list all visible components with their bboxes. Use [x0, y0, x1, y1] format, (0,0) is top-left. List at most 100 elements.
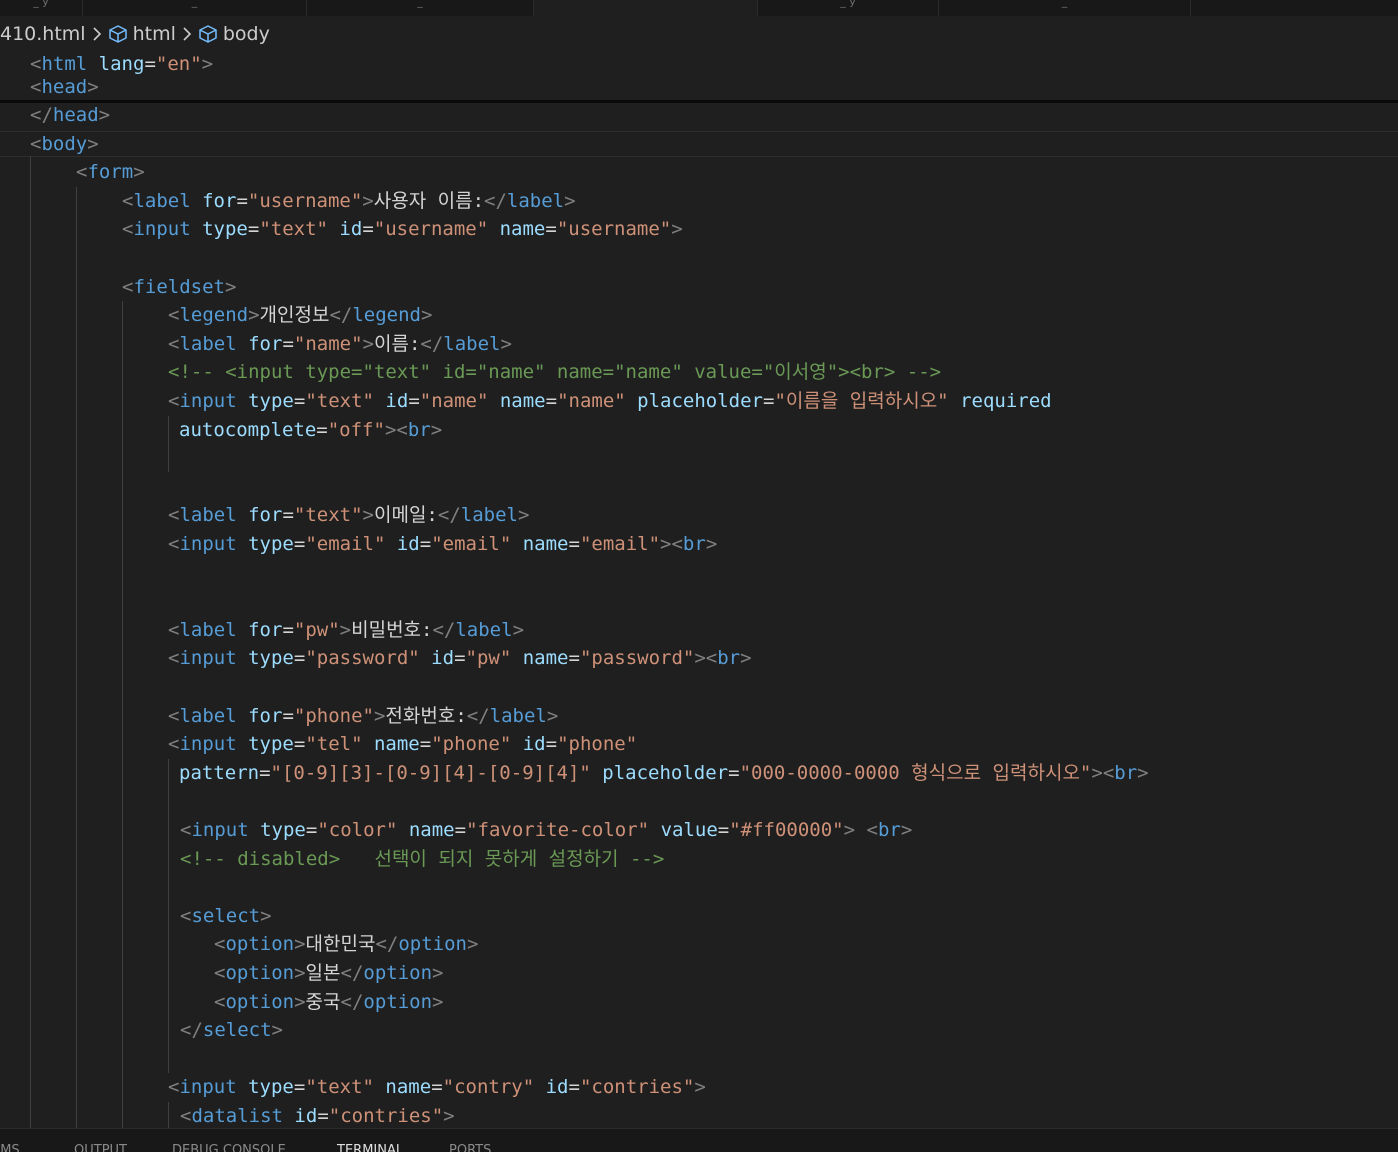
code-token: id	[431, 647, 455, 670]
code-token: <	[214, 990, 226, 1013]
code-token: "phone"	[293, 704, 374, 727]
code-token: "name"	[419, 390, 489, 412]
code-token: >	[201, 53, 214, 75]
code-line: <input type="password" id="pw" name="pas…	[168, 644, 752, 672]
code-token: <	[168, 533, 180, 555]
code-token: <	[214, 962, 226, 984]
code-token: </	[466, 704, 490, 727]
breadcrumb-item-html[interactable]: html	[108, 23, 176, 45]
code-token: =	[419, 533, 432, 555]
code-token: for	[248, 618, 283, 641]
code-token: ><	[694, 647, 718, 670]
code-token: </	[340, 962, 364, 984]
code-token: =	[545, 733, 558, 756]
code-token: "en"	[155, 53, 202, 75]
code-token: >	[362, 332, 374, 355]
panel-tab-output[interactable]: OUTPUT	[74, 1143, 127, 1152]
code-line: <fieldset>	[122, 273, 236, 301]
code-token: label	[179, 618, 237, 641]
code-token: 대한민국	[305, 933, 376, 956]
code-token: "text"	[305, 390, 374, 412]
code-token: "email"	[305, 533, 386, 555]
code-line: <!-- disabled> 선택이 되지 못하게 설정하기 -->	[180, 845, 664, 873]
code-token: >	[443, 1105, 455, 1127]
code-token: =	[419, 733, 432, 756]
editor-tab[interactable]: _	[939, 0, 1191, 16]
code-token: >	[430, 418, 443, 441]
editor-tab[interactable]: _	[307, 0, 534, 16]
code-line: <input type="text" id="name" name="name"…	[168, 387, 1052, 415]
panel-tab-ports[interactable]: PORTS	[449, 1143, 491, 1152]
indent-guide	[122, 301, 123, 1128]
code-token: >	[432, 962, 444, 984]
editor-tab[interactable]	[534, 0, 758, 16]
code-line: </select>	[180, 1016, 283, 1044]
code-token: >	[671, 218, 683, 241]
code-token: id	[545, 1076, 569, 1099]
code-token: option	[225, 933, 295, 956]
code-token: "phone"	[431, 733, 512, 756]
code-token: "text"	[293, 504, 363, 527]
html-element-cube-icon	[198, 24, 218, 44]
code-token: 전화번호:	[385, 704, 467, 727]
code-token: for	[202, 189, 237, 212]
code-token: =	[293, 390, 306, 412]
code-token: =	[568, 647, 580, 670]
panel-tab-ems[interactable]: EMS	[0, 1143, 20, 1152]
code-token: br	[717, 647, 741, 670]
indent-guide	[76, 186, 77, 1128]
code-token: option	[363, 990, 433, 1013]
code-token: name	[408, 819, 455, 841]
code-token: 개인정보	[259, 304, 330, 327]
code-token: head	[52, 104, 99, 126]
code-token: >	[98, 104, 111, 126]
code-token: >	[432, 990, 444, 1013]
code-line: <label for="phone">전화번호:</label>	[168, 702, 558, 730]
code-token: placeholder	[637, 390, 764, 412]
code-token: "pw"	[465, 647, 512, 670]
editor-tab[interactable]: _ y	[758, 0, 939, 16]
code-token: =	[545, 390, 558, 412]
code-line: <body>	[30, 130, 99, 158]
editor-tab[interactable]: _	[83, 0, 307, 16]
code-token: id	[339, 218, 363, 241]
code-token: 이름:	[373, 332, 421, 355]
breadcrumb-item-body[interactable]: body	[198, 23, 270, 45]
indent-guide	[30, 156, 31, 1128]
panel-tab-terminal[interactable]: TERMINAL	[337, 1143, 403, 1152]
code-token: >	[294, 933, 306, 956]
code-token: option	[398, 933, 467, 956]
code-token: input	[179, 733, 237, 756]
code-token: 일본	[305, 962, 341, 984]
code-token: label	[179, 504, 237, 527]
code-token: "contry"	[442, 1076, 535, 1099]
current-line-highlight	[0, 130, 1398, 158]
code-line: <option>대한민국</option>	[214, 930, 478, 958]
breadcrumb: 410.html html body	[0, 19, 270, 49]
code-line: <label for="name">이름:</label>	[168, 330, 512, 358]
code-line: <datalist id="contries">	[180, 1102, 455, 1130]
code-token: =	[236, 189, 248, 212]
editor-tab[interactable]: _ y	[0, 0, 83, 16]
code-token: =	[728, 761, 740, 784]
code-line: <label for="text">이메일:</label>	[168, 501, 529, 529]
code-token: <	[76, 161, 88, 184]
code-token: =	[293, 647, 306, 670]
panel-tab-debug-console[interactable]: DEBUG CONSOLE	[172, 1143, 286, 1152]
code-token: =	[293, 533, 306, 555]
code-token: >	[271, 1019, 283, 1042]
code-token: >	[362, 189, 374, 212]
code-token: >	[224, 275, 237, 298]
code-token: <	[122, 189, 134, 212]
breadcrumb-file[interactable]: 410.html	[0, 23, 86, 45]
code-token: type	[202, 218, 248, 241]
code-token: <	[180, 1105, 192, 1127]
code-line: <legend>개인정보</legend>	[168, 301, 432, 329]
